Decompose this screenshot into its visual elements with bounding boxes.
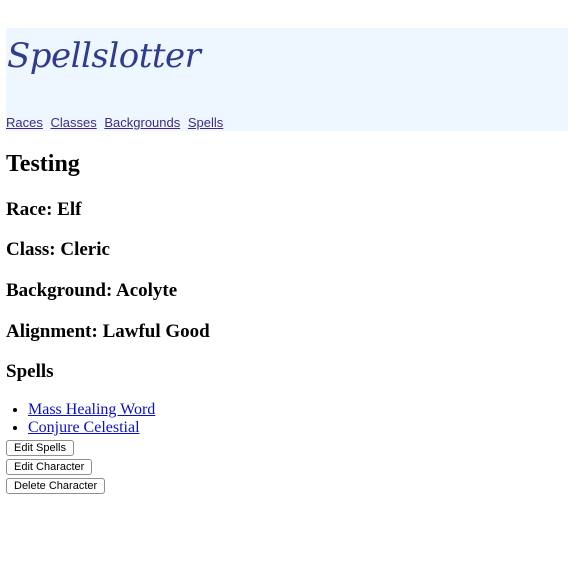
spells-heading: Spells [6,361,54,382]
nav-link-backgrounds[interactable]: Backgrounds [104,115,180,130]
list-item: Conjure Celestial [28,419,155,437]
spell-link[interactable]: Mass Healing Word [28,401,155,418]
alignment-value: Lawful Good [102,321,210,342]
nav-link-spells[interactable]: Spells [188,115,223,130]
character-background: Background: Acolyte [6,280,177,302]
character-race: Race: Elf [6,199,81,221]
site-logo[interactable]: Spellslotter [7,36,201,76]
class-value: Cleric [60,239,110,260]
background-label: Background: [6,280,113,301]
character-alignment: Alignment: Lawful Good [6,321,210,343]
race-value: Elf [57,199,82,220]
class-label: Class: [6,239,56,260]
spell-link[interactable]: Conjure Celestial [28,419,140,436]
edit-spells-button[interactable]: Edit Spells [6,440,74,456]
delete-character-button[interactable]: Delete Character [6,478,106,494]
site-header: Spellslotter Races Classes Backgrounds S… [6,28,568,131]
spells-list: Mass Healing Word Conjure Celestial [6,401,155,437]
race-label: Race: [6,199,53,220]
character-name: Testing [6,151,80,177]
main-nav: Races Classes Backgrounds Spells [6,115,227,130]
character-class: Class: Cleric [6,239,110,261]
nav-link-classes[interactable]: Classes [50,115,96,130]
edit-character-button[interactable]: Edit Character [6,459,93,475]
background-value: Acolyte [116,280,178,301]
alignment-label: Alignment: [6,321,98,342]
nav-link-races[interactable]: Races [6,115,43,130]
list-item: Mass Healing Word [28,401,155,419]
